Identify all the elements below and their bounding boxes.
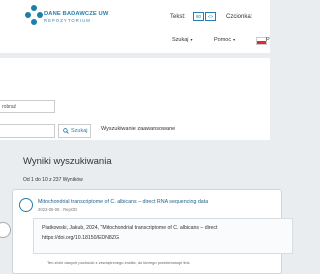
- logo-dot: [37, 12, 43, 18]
- search-button-label: Szukaj: [71, 128, 88, 134]
- logo-title[interactable]: DANE BADAWCZE UW: [44, 11, 108, 17]
- logo-subtitle: REPOZYTORIUM: [44, 17, 91, 23]
- citation-text: Piatkowski, Jakub, 2024, "Mitochondrial …: [42, 225, 218, 231]
- nav-item-label: Szukaj: [172, 37, 189, 43]
- chevron-down-icon: ▾: [190, 37, 193, 42]
- nav-item-szukaj[interactable]: Szukaj ▾: [172, 37, 193, 43]
- text-size-80-button[interactable]: 80: [193, 12, 204, 21]
- result-title-link[interactable]: Mitochondrial transcriptome of C. albica…: [38, 199, 208, 205]
- nav-item-label: Pomoc: [214, 37, 232, 43]
- main-nav: Szukaj ▾ Pomoc ▾ P: [0, 31, 270, 53]
- advanced-search-link[interactable]: Wyszukiwanie zaawansowane: [101, 126, 175, 132]
- logo-dot: [25, 12, 31, 18]
- dataset-type-icon: [0, 222, 11, 238]
- logo-dot: [31, 19, 37, 25]
- citation-box: Piatkowski, Jakub, 2024, "Mitochondrial …: [33, 218, 293, 254]
- language-selector[interactable]: P: [266, 37, 270, 43]
- search-button[interactable]: Szukaj: [58, 124, 91, 138]
- result-card: Mitochondrial transcriptome of C. albica…: [12, 189, 293, 274]
- logo-dot: [31, 5, 37, 11]
- nav-item-pomoc[interactable]: Pomoc ▾: [214, 37, 235, 43]
- search-icon: [63, 128, 69, 134]
- text-size-label: Tekst:: [170, 14, 186, 20]
- font-label: Czcionka:: [226, 14, 253, 20]
- chevron-down-icon: ▾: [233, 37, 236, 42]
- text-size-toggle-button[interactable]: <>: [205, 12, 216, 21]
- dataverse-filter-input[interactable]: robraź: [0, 100, 55, 113]
- external-source-note: Ten zbiór danych pochodzi z zewnętrznego…: [47, 260, 191, 265]
- search-input[interactable]: [0, 124, 55, 138]
- repository-logo-icon[interactable]: [24, 2, 44, 27]
- site-header: DANE BADAWCZE UW REPOZYTORIUM Tekst: 80 …: [0, 0, 270, 31]
- result-meta: 2023-05-08 · RepOD: [38, 207, 78, 212]
- results-count: Od 1 do 10 z 237 Wyników: [23, 177, 83, 183]
- dataset-icon: [19, 198, 33, 212]
- results-title: Wyniki wyszukiwania: [23, 156, 112, 167]
- citation-doi-link[interactable]: https://doi.org/10.18150/EDN8ZG: [42, 235, 119, 241]
